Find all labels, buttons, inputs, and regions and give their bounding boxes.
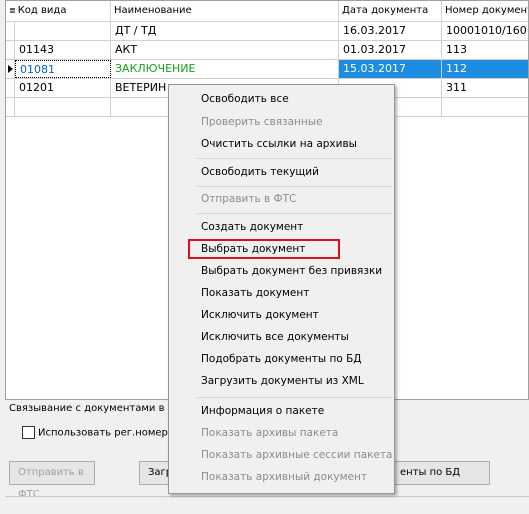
table-row[interactable]: 01143 АКТ 01.03.2017 113: [6, 41, 528, 60]
cell-code: [15, 98, 111, 116]
column-header-date[interactable]: Дата документа: [339, 1, 442, 21]
menu-separator: [197, 186, 392, 187]
menu-item-exclude-all-documents[interactable]: Исключить все документы: [201, 331, 349, 343]
cell-name: АКТ: [111, 41, 339, 59]
column-header-name[interactable]: Наименование: [111, 1, 339, 21]
cell-name: ДТ / ТД: [111, 22, 339, 40]
table-row-selected[interactable]: 01081 ЗАКЛЮЧЕНИЕ 15.03.2017 112: [6, 60, 528, 79]
menu-separator: [197, 213, 392, 214]
menu-item-release-all[interactable]: Освободить все: [201, 93, 289, 105]
menu-item-show-document[interactable]: Показать документ: [201, 287, 309, 299]
menu-item-check-linked[interactable]: Проверить связанные: [201, 116, 323, 128]
cell-name: ЗАКЛЮЧЕНИЕ: [111, 60, 339, 78]
menu-item-clear-archive-links[interactable]: Очистить ссылки на архивы: [201, 138, 357, 150]
row-indicator[interactable]: [6, 22, 15, 40]
section-label: Связывание с документами в: [9, 403, 165, 414]
row-indicator[interactable]: [6, 41, 15, 59]
cell-date: 01.03.2017: [339, 41, 442, 59]
send-fts-button[interactable]: Отправить в ФТС: [9, 461, 95, 500]
cell-code[interactable]: 01081: [15, 60, 111, 78]
cell-number: 311: [446, 81, 467, 94]
column-header-code[interactable]: ≣ Код вида: [6, 1, 111, 21]
cell-date: 16.03.2017: [339, 22, 442, 40]
cell-code: 01143: [15, 41, 111, 59]
cell-number: 113: [446, 43, 467, 56]
cell-code: [15, 22, 111, 40]
context-menu: Освободить все Проверить связанные Очист…: [168, 84, 395, 494]
menu-item-show-archive-sessions[interactable]: Показать архивные сессии пакета: [201, 449, 392, 461]
cell-date: 15.03.2017: [339, 60, 442, 78]
column-chooser-icon[interactable]: ≣: [9, 6, 16, 15]
cell-code: 01201: [15, 79, 111, 97]
menu-item-match-documents-db[interactable]: Подобрать документы по БД: [201, 353, 361, 365]
menu-item-create-document[interactable]: Создать документ: [201, 221, 303, 233]
menu-item-select-document-unlinked[interactable]: Выбрать документ без привязки: [201, 265, 382, 277]
menu-item-release-current[interactable]: Освободить текущий: [201, 166, 319, 178]
row-indicator[interactable]: [6, 79, 15, 97]
status-bar: [5, 496, 529, 514]
cell-number: 112: [442, 60, 528, 78]
row-indicator[interactable]: [6, 98, 15, 116]
column-header-number[interactable]: Номер документа: [442, 1, 528, 21]
menu-item-show-archive-document[interactable]: Показать архивный документ: [201, 471, 367, 483]
row-indicator[interactable]: [6, 60, 15, 78]
table-row[interactable]: ДТ / ТД 16.03.2017 10001010/160: [6, 22, 528, 41]
use-reg-number-checkbox[interactable]: [22, 426, 35, 439]
menu-item-load-from-xml[interactable]: Загрузить документы из XML: [201, 375, 364, 387]
use-reg-number-checkbox-row[interactable]: Использовать рег.номер г: [22, 426, 176, 439]
menu-separator: [197, 397, 392, 398]
cell-number: 10001010/160: [446, 24, 527, 37]
cell-number: [442, 98, 528, 116]
match-db-button[interactable]: енты по БД: [385, 461, 490, 485]
menu-item-exclude-document[interactable]: Исключить документ: [201, 309, 319, 321]
checkbox-label: Использовать рег.номер г: [38, 427, 177, 439]
current-row-arrow-icon: [8, 65, 13, 73]
menu-item-send-fts[interactable]: Отправить в ФТС: [201, 193, 296, 205]
menu-item-package-info[interactable]: Информация о пакете: [201, 405, 324, 417]
menu-item-show-package-archives[interactable]: Показать архивы пакета: [201, 427, 338, 439]
highlight-box: [188, 239, 340, 259]
grid-header: ≣ Код вида Наименование Дата документа Но…: [6, 1, 528, 22]
menu-separator: [197, 158, 392, 159]
